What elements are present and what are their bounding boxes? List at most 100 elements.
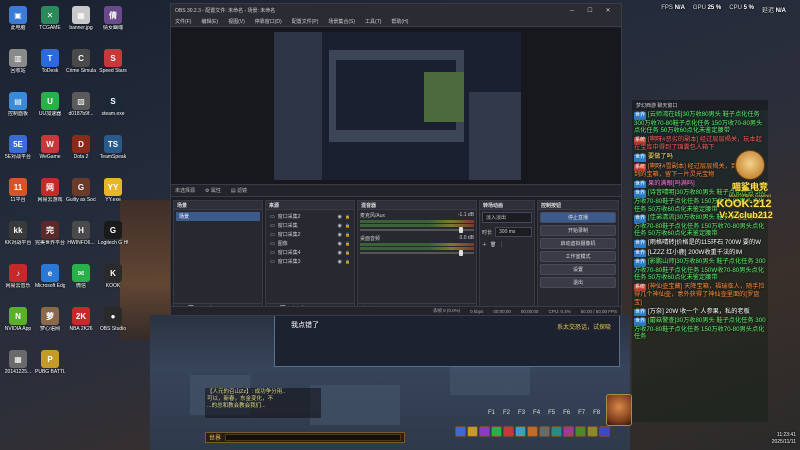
properties-button[interactable]: ⚙ 属性 (205, 187, 221, 194)
desktop-icon[interactable]: TS TeamSpeak (98, 135, 128, 160)
skill-slot[interactable] (551, 425, 562, 437)
skill-slot[interactable] (479, 425, 490, 437)
desktop-icon[interactable]: S Speed Stars (98, 49, 128, 74)
control-button[interactable]: 工作室模式 (540, 251, 616, 262)
remove-transition-icon[interactable]: 🗑 (490, 242, 496, 248)
visibility-icon[interactable]: ◉ (338, 214, 342, 220)
chat-channel[interactable]: 世界 (209, 433, 221, 442)
desktop-icon[interactable]: H HWINFO6... (66, 221, 96, 246)
desktop-icon[interactable]: GGuilty as Sock! (66, 178, 96, 203)
desktop-icon[interactable]: ♪ 网易云音乐 (3, 264, 33, 289)
skill-slot[interactable] (491, 425, 502, 437)
stream-preview[interactable] (274, 32, 521, 180)
volume-slider[interactable] (360, 227, 474, 233)
close-icon[interactable]: ✕ (599, 7, 617, 14)
lock-icon[interactable]: 🔒 (345, 232, 350, 237)
desktop-icon[interactable]: 完完美世界平台 (35, 221, 65, 246)
desktop-icon[interactable]: ▤ 控制面板 (3, 92, 33, 117)
volume-slider[interactable] (360, 250, 474, 256)
lock-icon[interactable]: 🔒 (345, 250, 350, 255)
source-item[interactable]: ▭ 窗口采集3 ◉ 🔒 (268, 257, 352, 266)
slider-knob[interactable] (458, 227, 463, 233)
scene-item[interactable]: 场景 (176, 212, 260, 221)
desktop-icon[interactable]: ● OBS Studio (98, 307, 128, 332)
minimize-icon[interactable]: ─ (563, 8, 581, 14)
control-button[interactable]: 开始录制 (540, 225, 616, 236)
skill-slot[interactable] (503, 425, 514, 437)
desktop-icon[interactable]: 倩倩女幽魂 (98, 6, 128, 31)
skill-slot[interactable] (563, 425, 574, 437)
visibility-icon[interactable]: ◉ (338, 259, 342, 265)
menu-item[interactable]: 编辑(E) (201, 18, 218, 25)
source-item[interactable]: ▭ 窗口采集4 ◉ 🔒 (268, 248, 352, 257)
obs-window[interactable]: OBS 30.2.3 - 配置文件: 未命名 - 场景: 未命名 ─ ☐ ✕ 文… (170, 3, 622, 316)
menu-item[interactable]: 工具(T) (365, 18, 381, 25)
desktop-icon[interactable]: kk KK对战平台 (3, 221, 33, 246)
desktop-icon[interactable]: D Dota 2 (66, 135, 96, 160)
slider-knob[interactable] (458, 250, 463, 256)
desktop-icon[interactable]: ✕ TCGAME (35, 6, 65, 31)
desktop-icon[interactable]: PPUBG BATTLEGR... (35, 350, 65, 375)
desktop-icon[interactable]: K KOOK (98, 264, 128, 289)
skill-slot[interactable] (587, 425, 598, 437)
menu-item[interactable]: 文件(F) (175, 18, 191, 25)
menu-item[interactable]: 停靠窗口(D) (255, 18, 282, 25)
control-button[interactable]: 停止直播 (540, 212, 616, 223)
desktop-icon[interactable]: 11 11平台 (3, 178, 33, 203)
transition-select[interactable]: 淡入淡出 (482, 212, 532, 223)
desktop-icon[interactable]: CCrime Simulator (66, 49, 96, 74)
desktop-icon[interactable]: ▥ 回收站 (3, 49, 33, 74)
tray-clock[interactable]: 11:23:41 2025/11/11 (772, 432, 796, 446)
source-item[interactable]: ▭ 图像 ◉ 🔒 (268, 239, 352, 248)
lock-icon[interactable]: 🔒 (345, 259, 350, 264)
source-item[interactable]: ▭ 窗口采集2 ◉ 🔒 (268, 230, 352, 239)
skill-slot[interactable] (599, 425, 610, 437)
desktop-icon[interactable]: N NVIDIA App (3, 307, 33, 332)
desktop-icon[interactable]: U UU加速器 (35, 92, 65, 117)
chat-input-field[interactable] (225, 434, 401, 441)
desktop-icon[interactable]: Ssteam.exe (98, 92, 128, 117)
obs-titlebar[interactable]: OBS 30.2.3 - 配置文件: 未命名 - 场景: 未命名 ─ ☐ ✕ (171, 4, 621, 17)
visibility-icon[interactable]: ◉ (338, 250, 342, 256)
desktop-icon[interactable]: T ToDesk (35, 49, 65, 74)
desktop-icon[interactable]: 萝萝心语网 (35, 307, 65, 332)
visibility-icon[interactable]: ◉ (338, 232, 342, 238)
character-avatar[interactable] (606, 394, 632, 426)
skill-bar[interactable] (455, 420, 610, 442)
desktop-icon[interactable]: ▣ 此电脑 (3, 6, 33, 31)
source-item[interactable]: ▭ 窗口采集 ◉ 🔒 (268, 221, 352, 230)
skill-slot[interactable] (515, 425, 526, 437)
menu-item[interactable]: 配置文件(P) (292, 18, 319, 25)
skill-slot[interactable] (455, 425, 466, 437)
lock-icon[interactable]: 🔒 (345, 241, 350, 246)
desktop-icon[interactable]: eMicrosoft Edge (35, 264, 65, 289)
desktop-icon[interactable]: ▦ banner.jpg (66, 6, 96, 31)
desktop-icon[interactable]: 5E 5E对战平台 (3, 135, 33, 160)
filters-button[interactable]: ▤ 滤镜 (231, 187, 247, 194)
transition-menu-icon[interactable]: ⋮ (499, 242, 504, 248)
desktop-icon[interactable]: ✉ 微信 (66, 264, 96, 289)
add-transition-icon[interactable]: ＋ (482, 241, 487, 248)
maximize-icon[interactable]: ☐ (581, 7, 599, 14)
desktop-icon[interactable]: YY YY.exe (98, 178, 128, 203)
lock-icon[interactable]: 🔒 (345, 223, 350, 228)
skill-slot[interactable] (527, 425, 538, 437)
skill-slot[interactable] (575, 425, 586, 437)
lock-icon[interactable]: 🔒 (345, 214, 350, 219)
visibility-icon[interactable]: ◉ (338, 223, 342, 229)
menu-item[interactable]: 场景集合(S) (328, 18, 355, 25)
desktop-icon[interactable]: GLogitech G HUB (98, 221, 128, 246)
desktop-icon[interactable]: W WeGame (35, 135, 65, 160)
duration-input[interactable]: 300 ms (495, 227, 532, 237)
desktop-icon[interactable]: ▦ 20141225... (3, 350, 33, 375)
desktop-icon[interactable]: 2K NBA 2K26 (66, 307, 96, 332)
game-chat-input[interactable]: 世界 (205, 432, 405, 443)
control-button[interactable]: 退出 (540, 277, 616, 288)
control-button[interactable]: 启动虚拟摄像机 (540, 238, 616, 249)
desktop-icon[interactable]: 网网易云游戏 (35, 178, 65, 203)
menu-item[interactable]: 视图(V) (228, 18, 245, 25)
visibility-icon[interactable]: ◉ (338, 241, 342, 247)
skill-slot[interactable] (539, 425, 550, 437)
source-item[interactable]: ▭ 窗口采集2 ◉ 🔒 (268, 212, 352, 221)
desktop-icon[interactable]: ▧ d0187b9f... (66, 92, 96, 117)
